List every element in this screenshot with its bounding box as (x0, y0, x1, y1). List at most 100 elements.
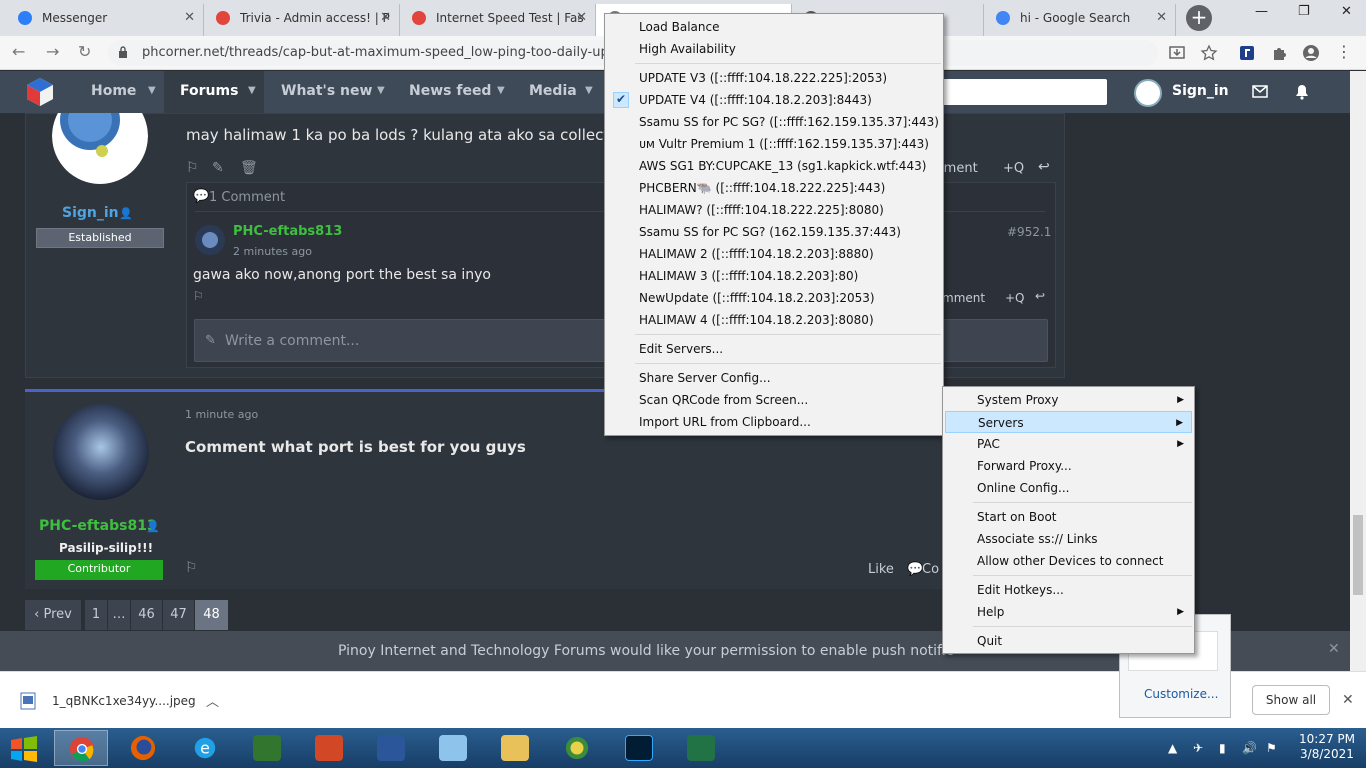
comment-number[interactable]: #952.1 (1007, 225, 1051, 239)
chevron-down-icon[interactable]: ▼ (585, 85, 593, 96)
reply-icon[interactable]: ↩ (1038, 159, 1050, 175)
like-button[interactable]: Like (868, 562, 894, 577)
main_menu-item-allow-other-devices-to-conne[interactable]: Allow other Devices to connect (945, 550, 1192, 572)
main_menu-item-edit-hotkeys[interactable]: Edit Hotkeys... (945, 579, 1192, 601)
nav-forums[interactable]: Forums (180, 83, 238, 99)
taskbar-firefox[interactable] (116, 730, 170, 766)
main_menu-item-forward-proxy[interactable]: Forward Proxy... (945, 455, 1192, 477)
servers_menu-item-scan-qrcode-from-screen[interactable]: Scan QRCode from Screen... (607, 389, 941, 411)
pagination-prev[interactable]: ‹ Prev (25, 600, 81, 630)
nav-home[interactable]: Home (91, 83, 136, 99)
bell-icon[interactable] (1295, 84, 1309, 100)
servers_menu-item-halimaw-2-ffff-104-18-2-203-[interactable]: HALIMAW 2 ([::ffff:104.18.2.203]:8880) (607, 243, 941, 265)
chevron-down-icon[interactable]: ▼ (248, 85, 256, 96)
pagination-current[interactable]: 48 (195, 600, 228, 630)
post-author[interactable]: PHC-eftabs813 (39, 518, 157, 534)
phcorner-logo[interactable] (24, 76, 56, 108)
comment-link[interactable]: mment (942, 291, 985, 305)
taskbar-ie[interactable]: e (178, 730, 232, 766)
tab-speedtest[interactable]: Internet Speed Test | Fas ✕ (400, 4, 596, 36)
servers_menu-item-ssamu-ss-for-pc-sg-162-159-1[interactable]: Ssamu SS for PC SG? (162.159.135.37:443) (607, 221, 941, 243)
servers_menu-item-import-url-from-clipboard[interactable]: Import URL from Clipboard... (607, 411, 941, 433)
taskbar-network[interactable] (550, 730, 604, 766)
main_menu-item-system-proxy[interactable]: System Proxy ▶ (945, 389, 1192, 411)
chevron-down-icon[interactable]: ▼ (377, 85, 385, 96)
main_menu-item-online-config[interactable]: Online Config... (945, 477, 1192, 499)
back-icon[interactable]: ← (12, 42, 25, 61)
windows-start-icon[interactable] (10, 736, 38, 762)
servers_menu-item-halimaw-4-ffff-104-18-2-203-[interactable]: HALIMAW 4 ([::ffff:104.18.2.203]:8080) (607, 309, 941, 331)
maximize-button[interactable]: ❐ (1298, 4, 1310, 19)
nav-news-feed[interactable]: News feed (409, 83, 491, 99)
menu-icon[interactable]: ⋮ (1336, 42, 1352, 61)
taskbar-explorer[interactable] (488, 730, 542, 766)
post-author[interactable]: Sign_in (62, 205, 119, 221)
servers_menu-item-phcbern-ffff-104-18-222-225-[interactable]: PHCBERN🐃 ([::ffff:104.18.222.225]:443) (607, 177, 941, 199)
flag-icon[interactable]: ⚐ (185, 560, 198, 576)
volume-icon[interactable]: 🔊 (1242, 741, 1257, 755)
chevron-up-icon[interactable]: ︿ (206, 691, 219, 710)
customize-link[interactable]: Customize... (1144, 687, 1218, 701)
close-icon[interactable]: ✕ (380, 4, 391, 32)
servers_menu-item-newupdate-ffff-104-18-2-203-[interactable]: NewUpdate ([::ffff:104.18.2.203]:2053) (607, 287, 941, 309)
network-icon[interactable]: ▮ (1219, 741, 1226, 755)
forward-icon[interactable]: → (46, 42, 59, 61)
clock[interactable]: 10:27 PM 3/8/2021 (1296, 732, 1358, 762)
site-search-input[interactable] (940, 79, 1107, 105)
comment-count[interactable]: 1 Comment (209, 190, 285, 205)
close-icon[interactable]: ✕ (576, 4, 587, 32)
taskbar-excel[interactable] (674, 730, 728, 766)
servers_menu-item-share-server-config[interactable]: Share Server Config... (607, 367, 941, 389)
close-icon[interactable]: ✕ (1328, 641, 1340, 657)
servers_menu-item-ssamu-ss-for-pc-sg-ffff-162-[interactable]: Ssamu SS for PC SG? ([::ffff:162.159.135… (607, 111, 941, 133)
servers_menu-item-vultr-premium-1-ffff-162-159[interactable]: ᴜᴍ Vultr Premium 1 ([::ffff:162.159.135.… (607, 133, 941, 155)
main_menu-item-start-on-boot[interactable]: Start on Boot (945, 506, 1192, 528)
taskbar-notes[interactable] (426, 730, 480, 766)
page-scrollbar[interactable] (1350, 71, 1366, 671)
mail-icon[interactable] (1252, 85, 1268, 98)
reply-icon[interactable]: ↩ (1035, 289, 1045, 303)
tray-arrow-icon[interactable]: ▲ (1168, 741, 1177, 755)
chevron-down-icon[interactable]: ▼ (497, 85, 505, 96)
pagination-ellipsis[interactable]: … (108, 600, 130, 630)
servers_menu-item-load-balance[interactable]: Load Balance (607, 16, 941, 38)
close-window-button[interactable]: ✕ (1341, 4, 1352, 19)
main_menu-item-quit[interactable]: Quit (945, 630, 1192, 652)
pagination-page[interactable]: 47 (163, 600, 194, 630)
nav-media[interactable]: Media (529, 83, 577, 99)
flag-icon[interactable]: ⚐ (193, 289, 204, 303)
show-all-button[interactable]: Show all (1252, 685, 1330, 715)
taskbar-project[interactable] (240, 730, 294, 766)
new-tab-button[interactable]: + (1186, 5, 1212, 31)
nav-whats-new[interactable]: What's new (281, 83, 372, 99)
chevron-down-icon[interactable]: ▼ (148, 85, 156, 96)
servers_menu-item-halimaw-ffff-104-18-222-225-[interactable]: HALIMAW? ([::ffff:104.18.222.225]:8080) (607, 199, 941, 221)
shadowsocks-tray-icon[interactable]: ✈ (1193, 741, 1203, 755)
star-icon[interactable] (1200, 44, 1218, 62)
taskbar-photoshop[interactable] (612, 730, 666, 766)
download-file-name[interactable]: 1_qBNKc1xe34yy....jpeg (52, 694, 196, 708)
install-icon[interactable] (1168, 44, 1186, 62)
taskbar-chrome[interactable] (54, 730, 108, 766)
user-name[interactable]: Sign_in (1172, 83, 1229, 99)
extension-icon[interactable] (1238, 44, 1256, 62)
reload-icon[interactable]: ↻ (78, 42, 91, 61)
tab-messenger[interactable]: Messenger ✕ (6, 4, 204, 36)
profile-icon[interactable] (1302, 44, 1320, 62)
main_menu-item-help[interactable]: Help ▶ (945, 601, 1192, 623)
avatar[interactable] (1134, 79, 1162, 107)
edit-icon[interactable]: ✎ (212, 160, 224, 176)
puzzle-icon[interactable] (1270, 44, 1288, 62)
pagination-page[interactable]: 46 (131, 600, 162, 630)
servers_menu-item-aws-sg1-by-cupcake-13-sg1-ka[interactable]: AWS SG1 BY:CUPCAKE_13 (sg1.kapkick.wtf:4… (607, 155, 941, 177)
taskbar-powerpoint[interactable] (302, 730, 356, 766)
comment-bubble-icon[interactable]: 💬 (907, 562, 923, 577)
quote-button[interactable]: +Q (1005, 291, 1025, 305)
flag-icon[interactable]: ⚐ (186, 160, 199, 176)
minimize-button[interactable]: — (1255, 4, 1268, 19)
pagination-page[interactable]: 1 (85, 600, 107, 630)
flag-icon[interactable]: ⚑ (1266, 741, 1277, 755)
main_menu-item-servers[interactable]: Servers ▶ (945, 411, 1192, 433)
servers_menu-item-halimaw-3-ffff-104-18-2-203-[interactable]: HALIMAW 3 ([::ffff:104.18.2.203]:80) (607, 265, 941, 287)
servers_menu-item-update-v4-ffff-104-18-2-203-[interactable]: UPDATE V4 ([::ffff:104.18.2.203]:8443) ✔ (607, 89, 941, 111)
